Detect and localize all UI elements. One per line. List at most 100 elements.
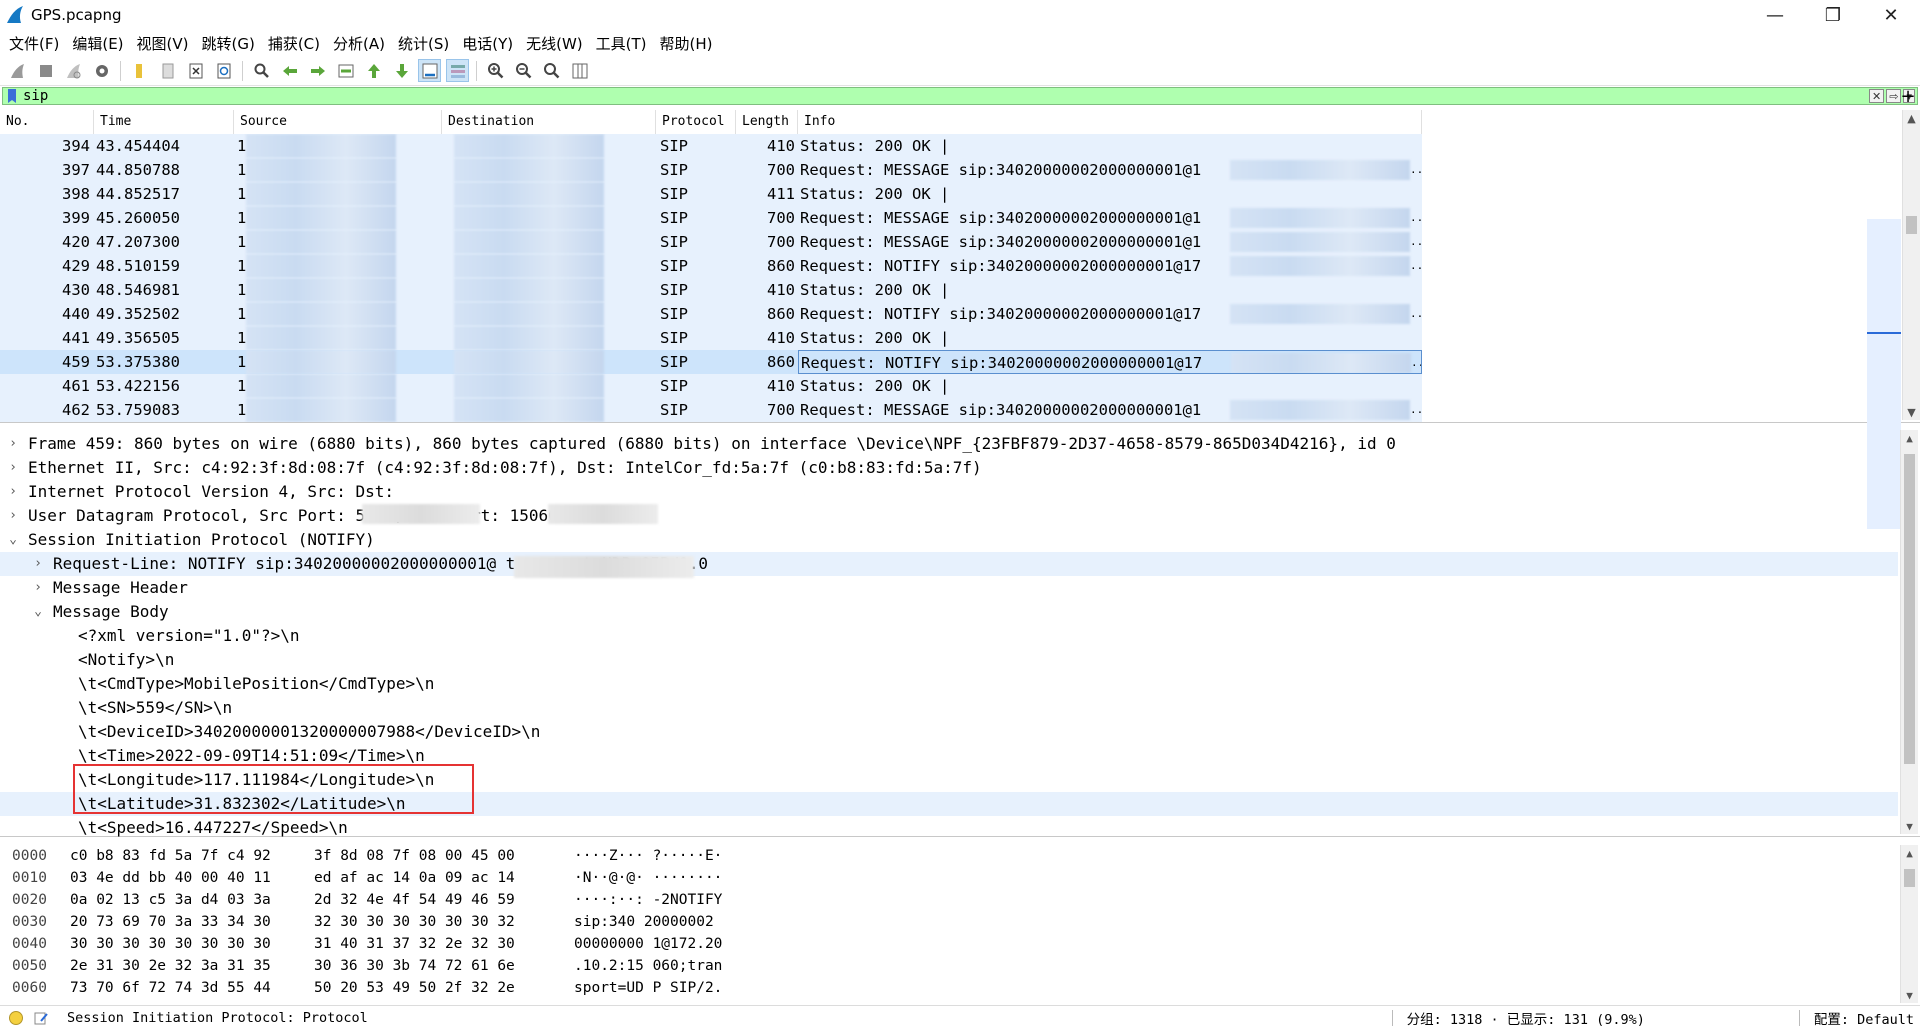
bytes-scrollbar[interactable]: ▲ ▼ <box>1900 845 1918 1003</box>
menu-help[interactable]: 帮助(H) <box>655 33 721 54</box>
menu-wireless[interactable]: 无线(W) <box>521 33 591 54</box>
stop-capture-button[interactable] <box>34 59 57 82</box>
detail-row[interactable]: › Request-Line: NOTIFY sip:34020000002000… <box>0 552 1898 576</box>
column-header-no[interactable]: No. <box>0 110 94 134</box>
expand-arrow-icon[interactable]: › <box>31 576 45 600</box>
normal-size-button[interactable] <box>540 59 563 82</box>
packet-row[interactable]: 420 47.207300 1 SIP 700 Request: MESSAGE sip:… <box>0 230 1422 254</box>
column-header-destination[interactable]: Destination <box>442 110 656 134</box>
menu-statistics[interactable]: 统计(S) <box>393 33 457 54</box>
close-button[interactable]: ✕ <box>1862 0 1920 30</box>
packet-row[interactable]: 399 45.260050 1 SIP 700 Request: MESSAGE sip:… <box>0 206 1422 230</box>
packet-row[interactable]: 461 53.422156 1 SIP 410 Status: 200 OK | <box>0 374 1422 398</box>
first-packet-button[interactable] <box>362 59 385 82</box>
expand-arrow-icon[interactable]: › <box>6 504 20 528</box>
start-capture-button[interactable] <box>6 59 29 82</box>
packet-row[interactable]: 462 53.759083 1 SIP 700 Request: MESSAGE sip:… <box>0 398 1422 422</box>
column-header-source[interactable]: Source <box>234 110 442 134</box>
find-packet-button[interactable] <box>250 59 273 82</box>
go-back-button[interactable] <box>278 59 301 82</box>
clear-filter-icon[interactable]: ✕ <box>1869 89 1885 103</box>
open-file-button[interactable] <box>128 59 151 82</box>
expand-arrow-icon[interactable]: › <box>31 552 45 576</box>
detail-row[interactable]: › Internet Protocol Version 4, Src: Dst: <box>0 480 1898 504</box>
detail-row[interactable]: \t<DeviceID>34020000001320000007988</Dev… <box>0 720 1898 744</box>
autoscroll-button[interactable] <box>418 59 441 82</box>
scroll-up-icon[interactable]: ▲ <box>1903 110 1920 126</box>
bytes-row[interactable]: 0030 20 73 69 70 3a 33 34 30 32 30 30 30 3… <box>0 911 754 933</box>
bytes-row[interactable]: 0000 c0 b8 83 fd 5a 7f c4 92 3f 8d 08 7f 0… <box>0 845 754 867</box>
scroll-down-icon[interactable]: ▼ <box>1903 404 1920 420</box>
save-file-button[interactable] <box>156 59 179 82</box>
detail-row[interactable]: › User Datagram Protocol, Src Port: 5061,… <box>0 504 1898 528</box>
resize-columns-button[interactable] <box>568 59 591 82</box>
menu-edit[interactable]: 编辑(E) <box>67 33 131 54</box>
bookmark-icon[interactable] <box>5 88 19 104</box>
go-forward-button[interactable] <box>306 59 329 82</box>
go-to-packet-button[interactable] <box>334 59 357 82</box>
colorize-button[interactable] <box>446 59 469 82</box>
edit-comment-icon[interactable] <box>33 1010 49 1026</box>
collapse-arrow-icon[interactable]: ⌄ <box>6 528 20 552</box>
restore-button[interactable]: ❐ <box>1804 0 1862 30</box>
display-filter-input[interactable] <box>19 88 1870 104</box>
detail-row[interactable]: \t<Speed>16.447227</Speed>\n <box>0 816 1898 840</box>
scroll-thumb[interactable] <box>1906 216 1917 234</box>
detail-row[interactable]: \t<SN>559</SN>\n <box>0 696 1898 720</box>
bytes-row[interactable]: 0020 0a 02 13 c5 3a d4 03 3a 2d 32 4e 4f 5… <box>0 889 754 911</box>
restart-capture-button[interactable] <box>62 59 85 82</box>
column-header-info[interactable]: Info <box>798 110 1422 134</box>
detail-row[interactable]: › Ethernet II, Src: c4:92:3f:8d:08:7f (c4… <box>0 456 1898 480</box>
menu-telephony[interactable]: 电话(Y) <box>457 33 521 54</box>
packet-row[interactable]: 430 48.546981 1 SIP 410 Status: 200 OK | <box>0 278 1422 302</box>
column-header-length[interactable]: Length <box>736 110 798 134</box>
scroll-down-icon[interactable]: ▼ <box>1901 818 1918 834</box>
menu-go[interactable]: 跳转(G) <box>197 33 263 54</box>
scroll-thumb[interactable] <box>1904 454 1915 764</box>
menu-file[interactable]: 文件(F) <box>4 33 67 54</box>
minimize-button[interactable]: — <box>1746 0 1804 30</box>
packet-row[interactable]: 441 49.356505 1 SIP 410 Status: 200 OK | <box>0 326 1422 350</box>
menu-analyze[interactable]: 分析(A) <box>328 33 393 54</box>
capture-options-button[interactable] <box>90 59 113 82</box>
detail-row[interactable]: › Frame 459: 860 bytes on wire (6880 bits… <box>0 432 1898 456</box>
packet-row[interactable]: 429 48.510159 1 SIP 860 Request: NOTIFY sip:3… <box>0 254 1422 278</box>
packet-row[interactable]: 394 43.454404 1 SIP 410 Status: 200 OK | <box>0 134 1422 158</box>
reload-file-button[interactable] <box>212 59 235 82</box>
scroll-up-icon[interactable]: ▲ <box>1901 430 1918 446</box>
expert-info-icon[interactable] <box>9 1011 23 1025</box>
column-header-time[interactable]: Time <box>94 110 234 134</box>
detail-row[interactable]: <?xml version="1.0"?>\n <box>0 624 1898 648</box>
scroll-thumb[interactable] <box>1904 869 1915 887</box>
detail-row[interactable]: › Message Header <box>0 576 1898 600</box>
detail-row[interactable]: <Notify>\n <box>0 648 1898 672</box>
menu-tools[interactable]: 工具(T) <box>591 33 655 54</box>
last-packet-button[interactable] <box>390 59 413 82</box>
packet-row[interactable]: 459 53.375380 1 SIP 860 Request: NOTIFY sip:3… <box>0 350 1422 374</box>
details-scrollbar[interactable]: ▲ ▼ <box>1900 430 1918 834</box>
menu-capture[interactable]: 捕获(C) <box>263 33 328 54</box>
scroll-up-icon[interactable]: ▲ <box>1901 845 1918 861</box>
packet-row[interactable]: 398 44.852517 1 SIP 411 Status: 200 OK | <box>0 182 1422 206</box>
packet-list-scrollbar[interactable]: ▲ ▼ <box>1902 110 1920 420</box>
detail-row[interactable]: ⌄ Message Body <box>0 600 1898 624</box>
close-file-button[interactable] <box>184 59 207 82</box>
bytes-row[interactable]: 0010 03 4e dd bb 40 00 40 11 ed af ac 14 0… <box>0 867 754 889</box>
bytes-row[interactable]: 0050 2e 31 30 2e 32 3a 31 35 30 36 30 3b 7… <box>0 955 754 977</box>
detail-row[interactable]: \t<CmdType>MobilePosition</CmdType>\n <box>0 672 1898 696</box>
packet-row[interactable]: 397 44.850788 1 SIP 700 Request: MESSAGE sip:… <box>0 158 1422 182</box>
packet-row[interactable]: 440 49.352502 1 SIP 860 Request: NOTIFY sip:3… <box>0 302 1422 326</box>
add-filter-button[interactable]: + <box>1898 86 1918 107</box>
detail-row[interactable]: ⌄ Session Initiation Protocol (NOTIFY) <box>0 528 1898 552</box>
expand-arrow-icon[interactable]: › <box>6 432 20 456</box>
expand-arrow-icon[interactable]: › <box>6 456 20 480</box>
collapse-arrow-icon[interactable]: ⌄ <box>31 600 45 624</box>
column-header-protocol[interactable]: Protocol <box>656 110 736 134</box>
profile-label[interactable]: 配置: Default <box>1814 1008 1914 1028</box>
bytes-row[interactable]: 0040 30 30 30 30 30 30 30 30 31 40 31 37 3… <box>0 933 754 955</box>
expand-arrow-icon[interactable]: › <box>6 480 20 504</box>
scroll-down-icon[interactable]: ▼ <box>1901 987 1918 1003</box>
zoom-out-button[interactable] <box>512 59 535 82</box>
zoom-in-button[interactable] <box>484 59 507 82</box>
bytes-row[interactable]: 0060 73 70 6f 72 74 3d 55 44 50 20 53 49 5… <box>0 977 754 999</box>
